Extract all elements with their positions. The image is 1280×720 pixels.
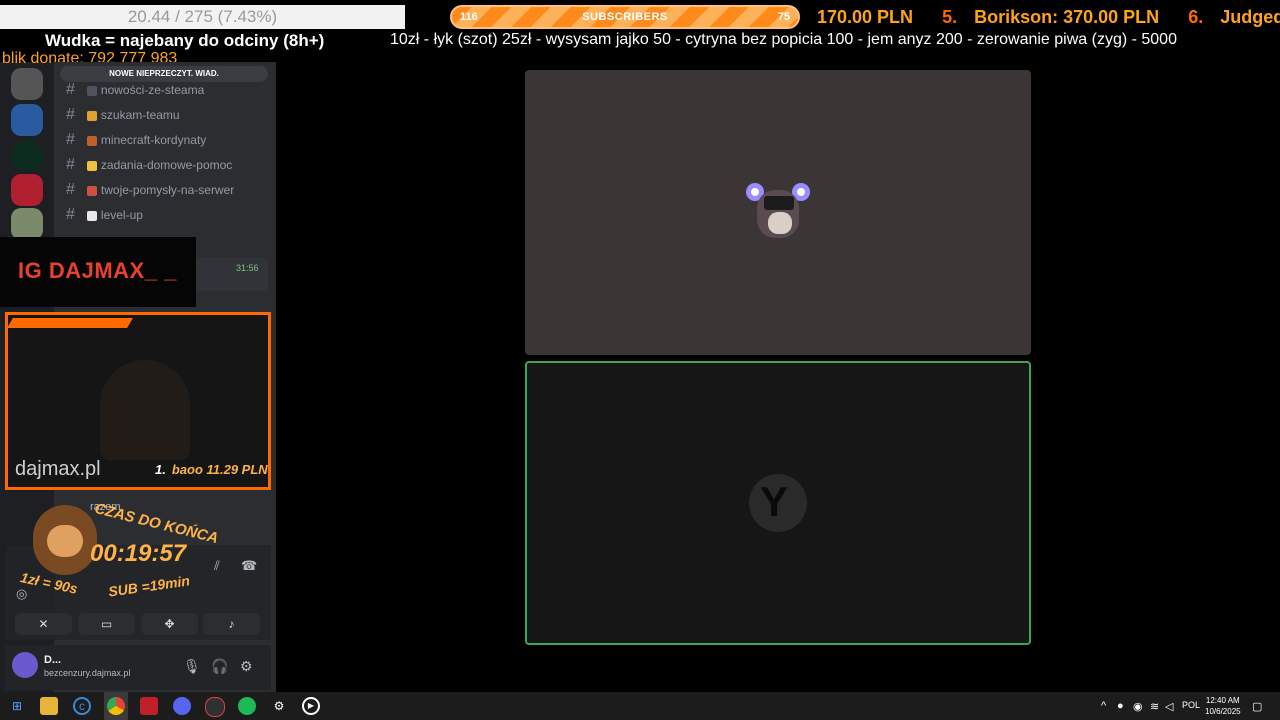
goal-progress-bar: 20.44 / 275 (7.43%) (0, 5, 405, 29)
mic-icon[interactable]: 🎙 (183, 658, 201, 675)
video-setter-icon[interactable] (140, 697, 158, 715)
tray-wifi-icon[interactable]: ≋ (1150, 700, 1159, 713)
subscriber-goal-bar: 116 SUBSCRIBERS 75 (450, 5, 800, 29)
avatar-hat (764, 196, 794, 210)
green-server-icon[interactable] (11, 140, 43, 172)
ticker-item: 5. Borikson: 370.00 PLN (942, 7, 1160, 27)
camera-off-button[interactable]: ✕ (15, 613, 72, 635)
noise-suppression-icon[interactable]: ⫽ (214, 558, 220, 574)
soundboard-button[interactable]: ♪ (203, 613, 260, 635)
obs-icon[interactable] (205, 697, 225, 717)
info-line: Wudka = najebany do odciny (8h+) (45, 31, 325, 50)
donation-ticker: 170.00 PLN 5. Borikson: 370.00 PLN 6. Ju… (805, 4, 1280, 30)
channel-item[interactable]: # nowości-ze-steama (66, 79, 204, 101)
channel-emoji-icon (86, 185, 97, 196)
channel-item[interactable]: # zadania-domowe-pomoc (66, 154, 232, 176)
call-timer: 31:56 (236, 263, 259, 273)
webcam-person (100, 360, 190, 460)
taskbar-clock[interactable]: 12:40 AM 10/6/2025 (1205, 695, 1241, 717)
soundboard-icon: ♪ (228, 617, 235, 631)
notification-icon[interactable]: ▢ (1252, 700, 1262, 713)
channel-item[interactable]: # szukam-teamu (66, 104, 180, 126)
webcam-top-donor: 1. baoo 11.29 PLN (155, 462, 268, 477)
activity-button[interactable]: ✥ (141, 613, 198, 635)
ticker-item: 6. Judgedredd: 150. (1188, 7, 1280, 27)
media-player-icon[interactable]: ▶ (302, 697, 320, 715)
channel-emoji-icon (86, 85, 97, 96)
disconnect-icon[interactable]: ☎ (241, 558, 257, 574)
channel-item[interactable]: # twoje-pomysły-na-serwer (66, 179, 234, 201)
gamepad-icon: ✥ (164, 617, 175, 631)
hash-icon: # (66, 206, 75, 223)
channel-item[interactable]: # minecraft-kordynaty (66, 129, 206, 151)
spotify-icon[interactable] (238, 697, 256, 715)
clock-date: 10/6/2025 (1205, 707, 1241, 716)
connection-icon[interactable]: ◎ (16, 586, 27, 602)
tray-chevron-icon[interactable]: ^ (1101, 700, 1106, 712)
avatar-face (768, 212, 792, 234)
user-name[interactable]: D... (44, 654, 61, 666)
channel-emoji-icon (86, 210, 97, 221)
screen-share-button[interactable]: ▭ (78, 613, 135, 635)
discord-icon[interactable] (173, 697, 191, 715)
red-server-icon[interactable] (11, 174, 43, 206)
settings-gear-icon[interactable]: ⚙ (240, 658, 253, 675)
channel-emoji-icon (86, 160, 97, 171)
hash-icon: # (66, 131, 75, 148)
instagram-handle: IG DAJMAX_ _ (18, 258, 177, 283)
tray-mic-icon[interactable]: ● (1117, 700, 1124, 712)
headphones-icon[interactable]: 🎧 (211, 658, 228, 675)
donate-tiers-line: 10zł - łyk (szot) 25zł - wysysam jajko 5… (390, 31, 1177, 48)
channel-item[interactable]: # level-up (66, 204, 143, 226)
tray-language[interactable]: POL (1182, 700, 1200, 710)
taskbar (0, 692, 1280, 720)
channel-emoji-icon (86, 110, 97, 121)
hash-icon: # (66, 156, 75, 173)
tray-steam-icon[interactable]: ◉ (1133, 700, 1143, 713)
tray-volume-icon[interactable]: ◁ (1165, 700, 1173, 713)
settings-gear-icon[interactable]: ⚙ (270, 697, 288, 715)
hash-icon: # (66, 106, 75, 123)
camera-off-icon: ✕ (38, 617, 49, 631)
monkey-face (47, 525, 83, 557)
webcam-accent (7, 318, 133, 328)
screen-share-icon: ▭ (100, 617, 113, 631)
cross-server-icon[interactable] (11, 104, 43, 136)
hash-icon: # (66, 181, 75, 198)
countdown-timer: 00:19:57 (90, 540, 187, 567)
webcam-site: dajmax.pl (15, 458, 101, 480)
village-server-icon[interactable] (11, 208, 43, 240)
server-icon[interactable] (11, 68, 43, 100)
avatar-symbol: Y (760, 478, 789, 525)
hash-icon: # (66, 81, 75, 98)
user-avatar[interactable] (12, 652, 38, 678)
chrome-icon[interactable] (107, 697, 125, 715)
sub-count-right: 75 (777, 11, 790, 23)
sub-label: SUBSCRIBERS (582, 11, 668, 23)
user-status: bezcenzury.dajmax.pl (44, 668, 131, 678)
clock-time: 12:40 AM (1205, 696, 1240, 705)
windows-start-icon[interactable]: ⊞ (8, 697, 26, 715)
channel-emoji-icon (86, 135, 97, 146)
app-c-icon[interactable]: c (73, 697, 91, 715)
ticker-item: 170.00 PLN (817, 7, 914, 27)
file-explorer-icon[interactable] (40, 697, 58, 715)
